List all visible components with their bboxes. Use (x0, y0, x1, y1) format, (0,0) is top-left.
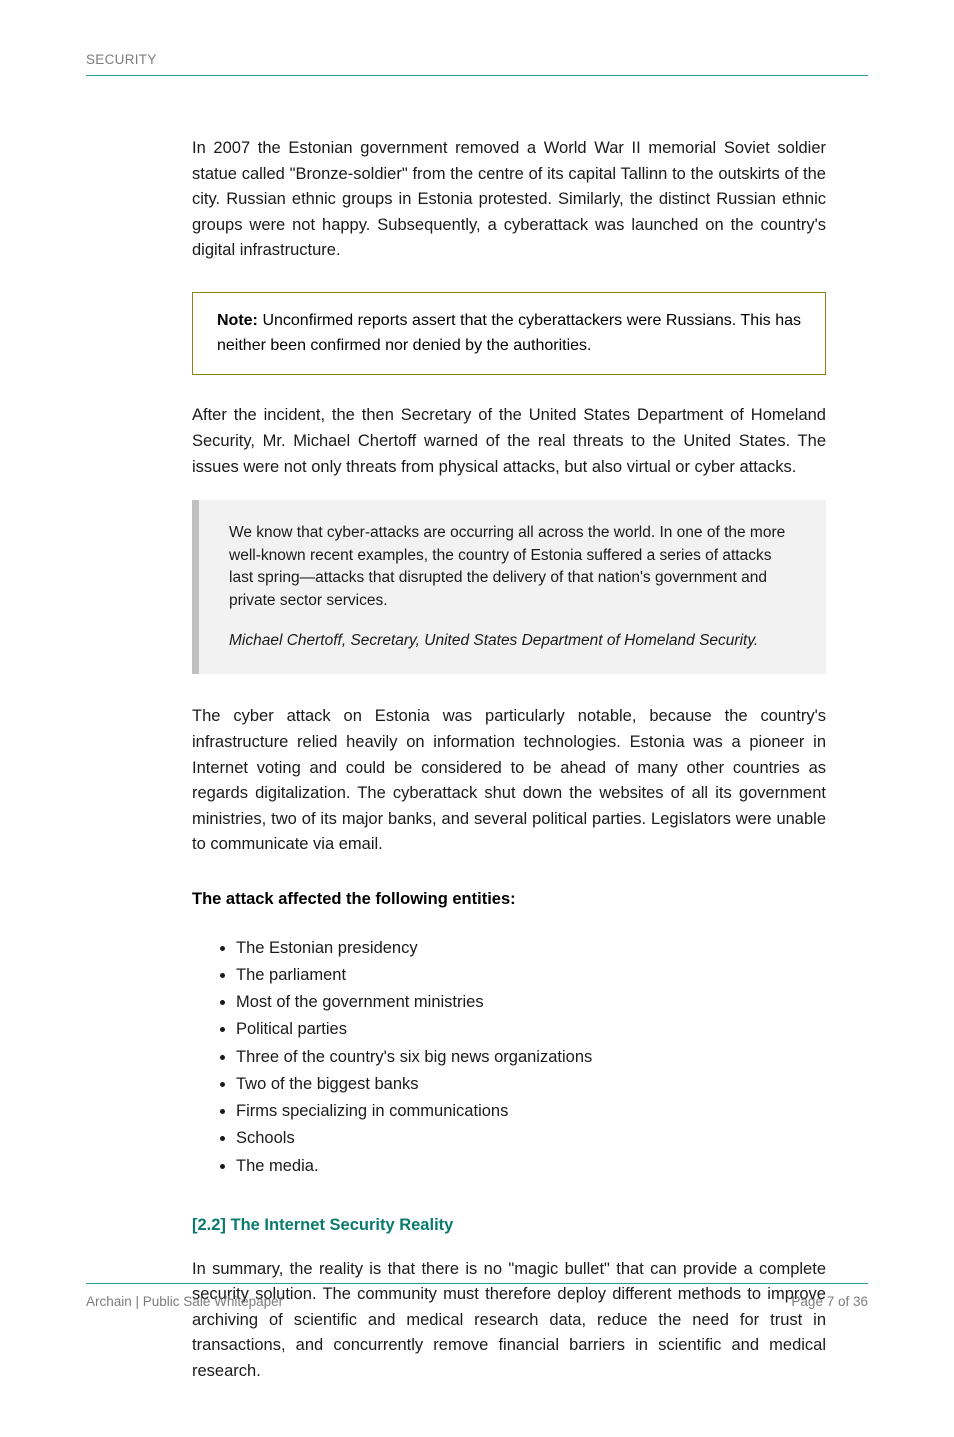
list-item: Most of the government ministries (236, 989, 816, 1016)
list-item: The media. (236, 1153, 816, 1180)
footer-doc-title: Archain | Public Sale Whitepaper (86, 1294, 283, 1309)
quote-block: We know that cyber-attacks are occurring… (192, 500, 826, 674)
list-item: Schools (236, 1125, 816, 1152)
footer-page-number: Page 7 of 36 (791, 1294, 868, 1309)
attack-summary-paragraph: The cyber attack on Estonia was particul… (192, 704, 826, 857)
targets-heading: The attack affected the following entiti… (192, 890, 826, 909)
list-item: Political parties (236, 1016, 816, 1043)
quote-body: We know that cyber-attacks are occurring… (229, 524, 785, 608)
main-content: In 2007 the Estonian government removed … (192, 136, 826, 1385)
page-footer: Archain | Public Sale Whitepaper Page 7 … (86, 1283, 868, 1309)
list-item: The Estonian presidency (236, 935, 816, 962)
list-item: Two of the biggest banks (236, 1071, 816, 1098)
header-section-label: SECURITY (86, 52, 868, 67)
note-box: Note: Unconfirmed reports assert that th… (192, 292, 826, 376)
list-item: Firms specializing in communications (236, 1098, 816, 1125)
list-item: Three of the country's six big news orga… (236, 1044, 816, 1071)
intro-paragraph: In 2007 the Estonian government removed … (192, 136, 826, 264)
aftermath-paragraph: After the incident, the then Secretary o… (192, 403, 826, 480)
section-heading-security-reality: [2.2] The Internet Security Reality (192, 1216, 826, 1235)
targets-list: The Estonian presidency The parliament M… (236, 935, 816, 1180)
note-body: Unconfirmed reports assert that the cybe… (217, 312, 801, 354)
note-label: Note: (217, 312, 258, 329)
list-item: The parliament (236, 962, 816, 989)
security-body-paragraph: In summary, the reality is that there is… (192, 1257, 826, 1385)
header-rule (86, 75, 868, 76)
footer-rule (86, 1283, 868, 1284)
quote-citation: Michael Chertoff, Secretary, United Stat… (229, 630, 798, 652)
